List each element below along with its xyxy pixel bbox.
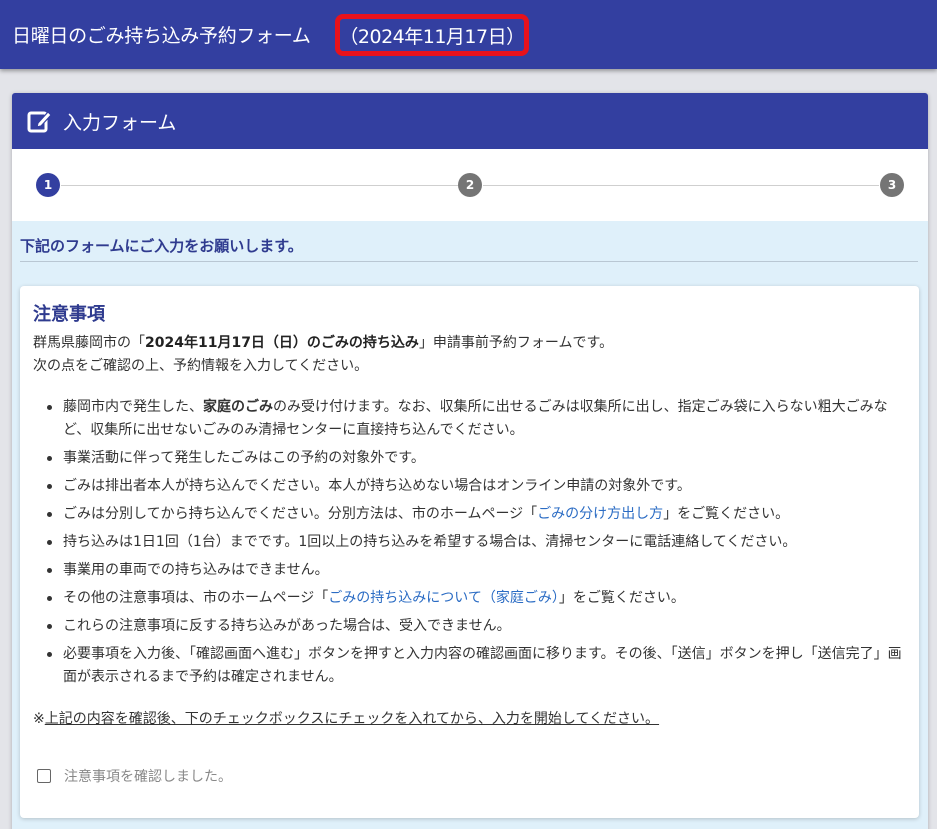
step-2-label: 2 [465,178,475,192]
item-text: 事業用の車両での持ち込みはできません。 [63,562,329,578]
list-item: これらの注意事項に反する持ち込みがあった場合は、受入できません。 [33,615,903,638]
notice-intro-line1: 群馬県藤岡市の「2024年11月17日（日）のごみの持ち込み」申請事前予約フォー… [33,332,613,355]
step-2: 2 [458,173,482,197]
list-item: 持ち込みは1日1回（1台）までです。1回以上の持ち込みを希望する場合は、清掃セン… [33,531,903,554]
intro-prefix: 群馬県藤岡市の「 [33,335,145,351]
confirm-text: 上記の内容を確認後、下のチェックボックスにチェックを入れてから、入力を開始してく… [44,711,660,727]
stepper-line-1 [61,185,458,186]
list-item: 藤岡市内で発生した、家庭のごみのみ受け付けます。なお、収集所に出せるごみは収集所… [33,396,903,442]
step-1: 1 [36,173,60,197]
intro-suffix: 」申請事前予約フォームです。 [418,335,614,351]
list-item: ごみは分別してから持ち込んでください。分別方法は、市のホームページ「ごみの分け方… [33,503,903,526]
confirm-instruction: ※上記の内容を確認後、下のチェックボックスにチェックを入れてから、入力を開始して… [33,708,659,728]
item-text: 」をご覧ください。 [663,506,790,522]
item-text: 持ち込みは1日1回（1台）までです。1回以上の持ち込みを希望する場合は、清掃セン… [63,534,797,550]
item-text: 事業活動に伴って発生したごみはこの予約の対象外です。 [63,450,425,466]
page-title: 日曜日のごみ持ち込み予約フォーム [12,25,311,47]
item-text: 」をご覧ください。 [558,590,685,606]
notice-intro: 群馬県藤岡市の「2024年11月17日（日）のごみの持ち込み」申請事前予約フォー… [33,332,613,378]
list-item: その他の注意事項は、市のホームページ「ごみの持ち込みについて（家庭ごみ）」をご覧… [33,587,903,610]
notice-title: 注意事項 [33,304,105,325]
list-item: 必要事項を入力後、「確認画面へ進む」ボタンを押すと入力内容の確認画面に移ります。… [33,643,903,689]
form-instruction: 下記のフォームにご入力をお願いします。 [20,237,303,255]
confirm-checkbox-label[interactable]: 注意事項を確認しました。 [64,766,232,786]
household-waste-link[interactable]: ごみの持ち込みについて（家庭ごみ） [328,590,559,606]
step-3: 3 [880,173,904,197]
item-text: ごみは分別してから持ち込んでください。分別方法は、市のホームページ「 [63,506,538,522]
notice-intro-line2: 次の点をご確認の上、予約情報を入力してください。 [33,358,369,374]
notice-list: 藤岡市内で発生した、家庭のごみのみ受け付けます。なお、収集所に出せるごみは収集所… [33,396,903,694]
list-item: 事業用の車両での持ち込みはできません。 [33,559,903,582]
sorting-guide-link[interactable]: ごみの分け方出し方 [537,506,663,522]
step-1-label: 1 [43,178,53,192]
step-3-label: 3 [887,178,897,192]
item-text: これらの注意事項に反する持ち込みがあった場合は、受入できません。 [63,618,511,634]
confirm-checkbox-row[interactable]: 注意事項を確認しました。 [37,766,232,786]
stepper-line-2 [483,185,879,186]
event-date: （2024年11月17日） [339,25,525,48]
item-bold: 家庭のごみ [203,399,273,415]
item-text: 藤岡市内で発生した、 [63,399,203,415]
note-mark: ※ [33,711,45,727]
item-text: 必要事項を入力後、「確認画面へ進む」ボタンを押すと入力内容の確認画面に移ります。… [63,646,902,685]
list-item: 事業活動に伴って発生したごみはこの予約の対象外です。 [33,447,903,470]
list-item: ごみは排出者本人が持ち込んでください。本人が持ち込めない場合はオンライン申請の対… [33,475,903,498]
edit-icon [27,111,52,133]
form-card-header: 入力フォーム [12,93,928,149]
intro-bold: 2024年11月17日（日）のごみの持ち込み [145,335,419,351]
confirm-checkbox[interactable] [37,769,51,783]
date-highlight-box: （2024年11月17日） [335,14,529,56]
item-text: ごみは排出者本人が持ち込んでください。本人が持ち込めない場合はオンライン申請の対… [63,478,691,494]
form-card-title: 入力フォーム [63,111,177,134]
divider [20,261,918,262]
item-text: その他の注意事項は、市のホームページ「 [63,590,329,606]
